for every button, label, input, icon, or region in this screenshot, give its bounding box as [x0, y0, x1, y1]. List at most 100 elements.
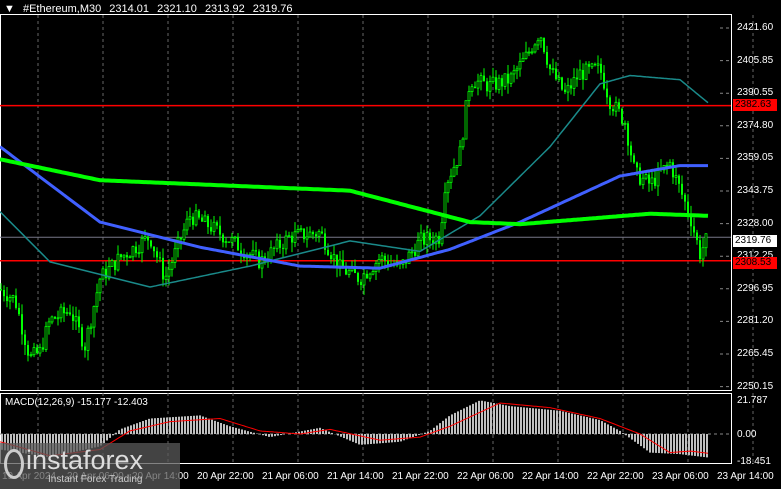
candle-body [699, 240, 701, 259]
macd-histogram-bar [604, 422, 606, 434]
candle-body [207, 215, 209, 228]
macd-histogram-bar [586, 417, 588, 434]
candle-body [618, 102, 620, 109]
current-price-tag: 2319.76 [733, 235, 777, 247]
macd-histogram-bar [601, 421, 603, 434]
candle-body [167, 268, 171, 277]
macd-histogram-bar [700, 434, 702, 457]
macd-histogram-bar [508, 405, 510, 434]
candle-body [98, 278, 102, 294]
candle-body [303, 228, 305, 240]
macd-histogram-bar [385, 434, 387, 443]
macd-histogram-bar [445, 418, 447, 434]
candle-body [212, 221, 216, 232]
macd-histogram-bar [397, 434, 399, 442]
candle-body [210, 227, 212, 232]
candle-body [81, 327, 83, 347]
candle-body [137, 252, 141, 255]
macd-histogram-bar [448, 416, 450, 434]
macd-histogram-bar [658, 434, 660, 454]
macd-histogram-bar [619, 430, 621, 434]
macd-histogram-bar [574, 414, 576, 434]
macd-histogram-bar [280, 434, 282, 436]
candle-body [332, 254, 336, 260]
macd-histogram-bar [160, 417, 162, 434]
candle-body [674, 175, 678, 178]
candle-body [470, 86, 474, 93]
candle-body [515, 68, 519, 72]
candle-body [491, 76, 495, 83]
candle-body [570, 85, 572, 89]
candle-body [474, 86, 476, 89]
candle-body [32, 347, 36, 356]
macd-histogram-bar [328, 431, 330, 434]
candle-body [527, 51, 531, 54]
candle-body [327, 249, 329, 256]
price-tick: 2265.45 [737, 348, 774, 359]
macd-histogram-bar [550, 409, 552, 434]
candle-body [410, 251, 414, 254]
macd-histogram-bar [466, 406, 468, 434]
macd-histogram-bar [103, 434, 105, 443]
candle-body [6, 296, 8, 302]
macd-histogram-bar [583, 416, 585, 434]
candle-body [654, 177, 656, 186]
candle-body [684, 194, 686, 202]
price-chart[interactable] [0, 0, 781, 489]
macd-histogram-bar [244, 430, 246, 434]
triangle-down-icon[interactable]: ▼ [4, 3, 15, 15]
macd-histogram-bar [121, 428, 123, 434]
candle-body [110, 260, 114, 267]
candle-body [561, 77, 563, 90]
candle-body [72, 314, 74, 322]
macd-histogram-bar [541, 409, 543, 434]
candle-body [449, 175, 453, 183]
macd-histogram-bar [361, 434, 363, 445]
macd-histogram-bar [463, 408, 465, 434]
price-tick: 2328.00 [737, 217, 774, 229]
macd-histogram-bar [415, 434, 417, 436]
macd-histogram-bar [592, 418, 594, 434]
candle-body [74, 316, 78, 322]
macd-histogram-bar [112, 434, 114, 436]
macd-histogram-bar [595, 419, 597, 434]
candle-body [162, 257, 164, 280]
candle-body [693, 226, 695, 233]
candle-body [27, 345, 29, 356]
time-tick: 23 Apr 14:00 [717, 471, 774, 482]
candle-body [59, 306, 63, 319]
macd-histogram-bar [514, 406, 516, 434]
candle-body [237, 237, 239, 251]
macd-histogram-bar [478, 400, 480, 434]
macd-axis-top: 21.787 [737, 395, 768, 406]
candle-body [536, 40, 540, 46]
candle-body [219, 225, 221, 235]
candle-body [357, 272, 359, 282]
macd-histogram-bar [184, 416, 186, 434]
macd-histogram-bar [250, 431, 252, 434]
macd-histogram-bar [607, 424, 609, 434]
candle-body [24, 334, 26, 346]
candle-body [180, 237, 182, 240]
candle-body [572, 77, 576, 89]
macd-histogram-bar [631, 434, 633, 440]
macd-histogram-bar [535, 408, 537, 434]
macd-histogram-bar [352, 434, 354, 442]
moving-average-mid [0, 145, 708, 270]
macd-histogram-bar [688, 434, 690, 456]
macd-histogram-bar [691, 434, 693, 456]
macd-histogram-bar [661, 434, 663, 454]
candle-body [483, 75, 485, 82]
candle-body [633, 155, 635, 163]
macd-histogram-bar [175, 416, 177, 434]
logo-tagline: Instant Forex Trading [48, 474, 143, 485]
time-tick: 22 Apr 22:00 [587, 471, 644, 482]
time-tick: 21 Apr 06:00 [262, 471, 319, 482]
macd-histogram-bar [676, 434, 678, 454]
macd-histogram-bar [589, 417, 591, 434]
candle-body [603, 72, 605, 89]
candle-body [696, 232, 698, 241]
candle-body [681, 183, 683, 195]
candle-body [672, 162, 674, 178]
macd-histogram-bar [580, 415, 582, 434]
